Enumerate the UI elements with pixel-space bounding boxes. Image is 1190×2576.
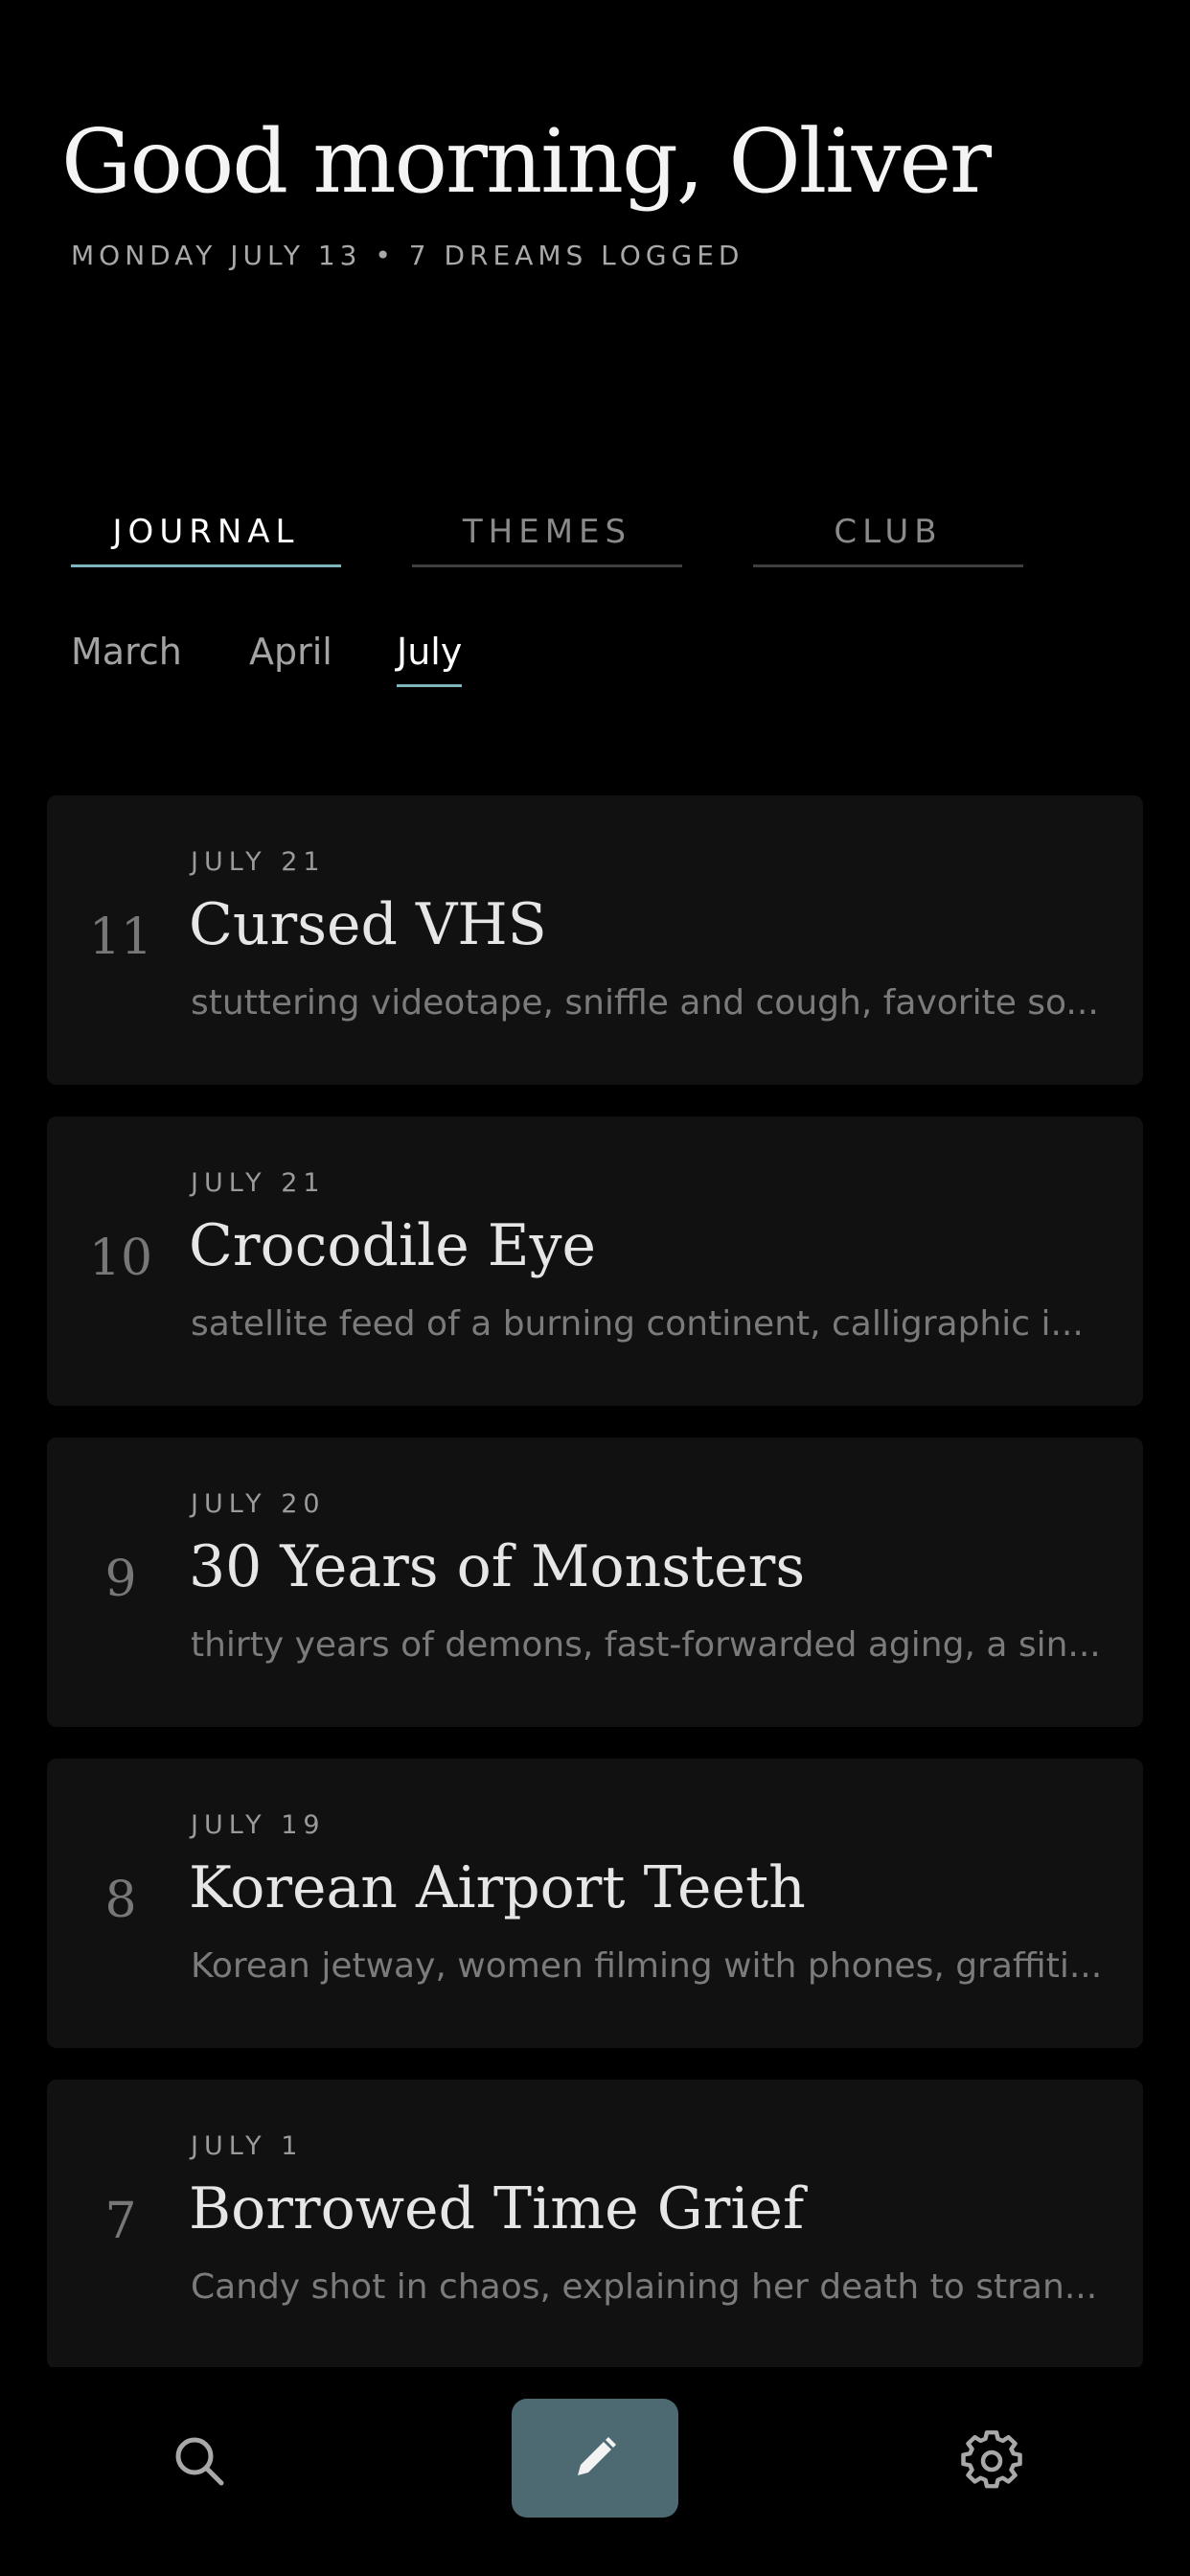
date-summary: MONDAY JULY 13 • 7 DREAMS LOGGED	[71, 240, 744, 271]
entry-title: Korean Airport Teeth	[189, 1854, 806, 1921]
entry-number: 7	[104, 2193, 137, 2250]
entry-date: JULY 1	[191, 2131, 304, 2161]
entry-title: Cursed VHS	[189, 891, 547, 958]
entry-title: Crocodile Eye	[189, 1212, 597, 1279]
entry-title: Borrowed Time Grief	[189, 2175, 805, 2242]
tab-themes[interactable]: THEMES	[412, 498, 682, 567]
entry-summary: Korean jetway, women filming with phones…	[191, 1946, 1103, 1986]
tab-club[interactable]: CLUB	[753, 498, 1023, 567]
month-filter-march[interactable]: March	[71, 631, 182, 673]
month-filter-july[interactable]: July	[397, 631, 463, 687]
pencil-icon	[578, 2437, 616, 2475]
search-icon	[175, 2437, 224, 2486]
entry-summary: thirty years of demons, fast-forwarded a…	[191, 1625, 1101, 1665]
new-dream-button[interactable]	[512, 2399, 678, 2518]
entry-summary: Candy shot in chaos, explaining her deat…	[191, 2267, 1098, 2307]
search-button[interactable]	[161, 2423, 238, 2499]
entry-number: 10	[88, 1230, 153, 1287]
entry-number: 9	[104, 1551, 137, 1608]
dream-entry-card[interactable]: 11 JULY 21 Cursed VHS stuttering videota…	[47, 795, 1143, 1085]
dream-entry-card[interactable]: 7 JULY 1 Borrowed Time Grief Candy shot …	[47, 2080, 1143, 2369]
entry-number: 11	[88, 908, 153, 966]
entry-date: JULY 19	[191, 1810, 326, 1840]
dream-entry-card[interactable]: 9 JULY 20 30 Years of Monsters thirty ye…	[47, 1438, 1143, 1727]
entry-summary: satellite feed of a burning continent, c…	[191, 1304, 1084, 1344]
entry-date: JULY 21	[191, 1168, 326, 1198]
month-filter-april[interactable]: April	[249, 631, 332, 673]
tab-journal[interactable]: JOURNAL	[71, 498, 341, 567]
greeting-title: Good morning, Oliver	[61, 110, 992, 213]
dream-entry-card[interactable]: 10 JULY 21 Crocodile Eye satellite feed …	[47, 1116, 1143, 1406]
entry-date: JULY 21	[191, 847, 326, 877]
entry-summary: stuttering videotape, sniffle and cough,…	[191, 983, 1099, 1023]
dream-entry-card[interactable]: 8 JULY 19 Korean Airport Teeth Korean je…	[47, 1759, 1143, 2048]
entry-title: 30 Years of Monsters	[189, 1533, 806, 1600]
entry-date: JULY 20	[191, 1489, 326, 1519]
entry-number: 8	[104, 1872, 137, 1929]
gear-icon	[961, 2430, 1022, 2489]
settings-button[interactable]	[953, 2423, 1030, 2499]
